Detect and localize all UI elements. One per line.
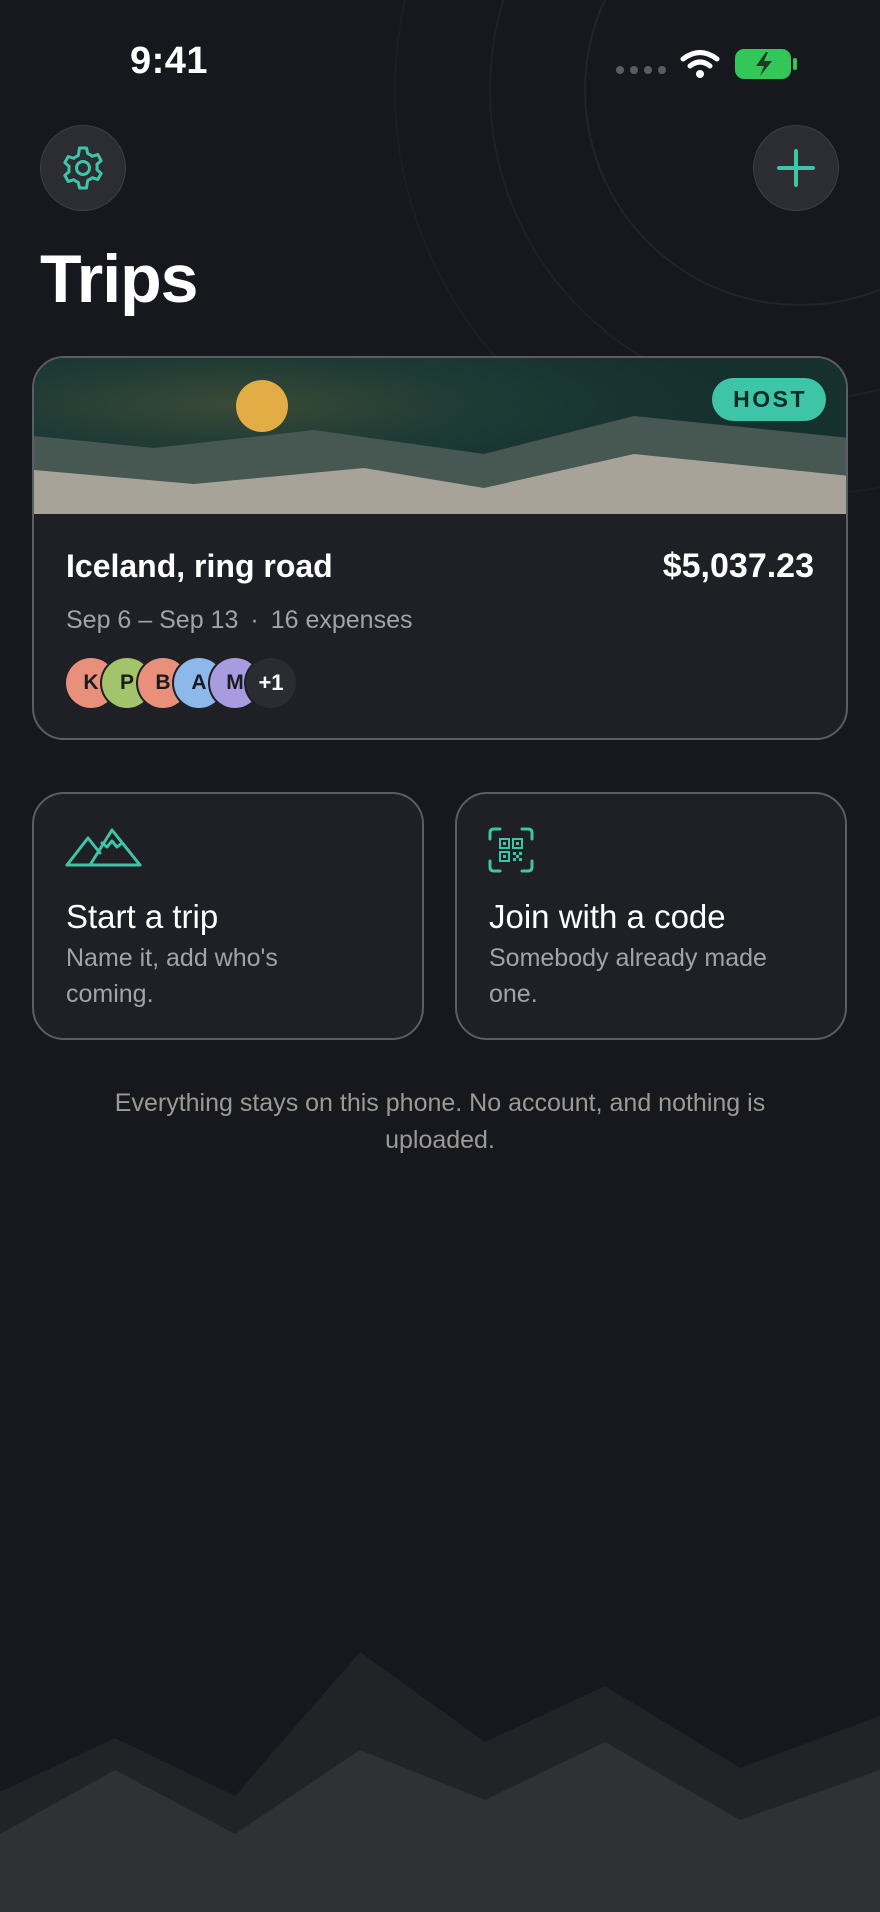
join-with-code-description: Somebody already made one.: [489, 944, 767, 1008]
status-time: 9:41: [130, 40, 209, 82]
status-bar: 9:41: [0, 0, 880, 130]
sun-icon: [236, 380, 288, 432]
trip-dates: Sep 6 – Sep 13: [66, 606, 239, 634]
trip-name: Iceland, ring road: [66, 548, 333, 584]
start-trip-title: Start a trip: [66, 898, 219, 935]
trip-total-amount: $5,037.23: [662, 547, 814, 585]
gear-icon: [63, 146, 103, 190]
mountains-icon: [65, 828, 142, 867]
background-mountains: [0, 1652, 880, 1912]
settings-button[interactable]: [40, 125, 126, 211]
qr-code-icon: [488, 827, 534, 873]
trip-expense-count: 16 expenses: [270, 606, 413, 634]
cellular-signal-icon: [616, 66, 666, 74]
page-title: Trips: [40, 241, 198, 317]
start-trip-description: Name it, add who's coming.: [66, 944, 278, 1008]
join-with-code-card[interactable]: Join with a code Somebody already made o…: [455, 792, 847, 1040]
trip-card[interactable]: HOST Iceland, ring road $5,037.23 Sep 6 …: [32, 356, 848, 740]
meta-separator: ·: [250, 606, 259, 634]
more-participants-count: +1: [246, 658, 296, 708]
battery-charging-icon: [735, 49, 797, 79]
privacy-note: Everything stays on this phone. No accou…: [114, 1089, 766, 1154]
host-badge: HOST: [712, 378, 826, 421]
wifi-icon: [680, 50, 720, 78]
status-icons: [616, 44, 798, 84]
trip-meta: Sep 6 – Sep 13 · 16 expenses: [66, 606, 412, 635]
start-trip-card[interactable]: Start a trip Name it, add who's coming.: [32, 792, 424, 1040]
join-with-code-title: Join with a code: [489, 898, 726, 935]
plus-icon: [777, 149, 815, 187]
add-trip-button[interactable]: [753, 125, 839, 211]
